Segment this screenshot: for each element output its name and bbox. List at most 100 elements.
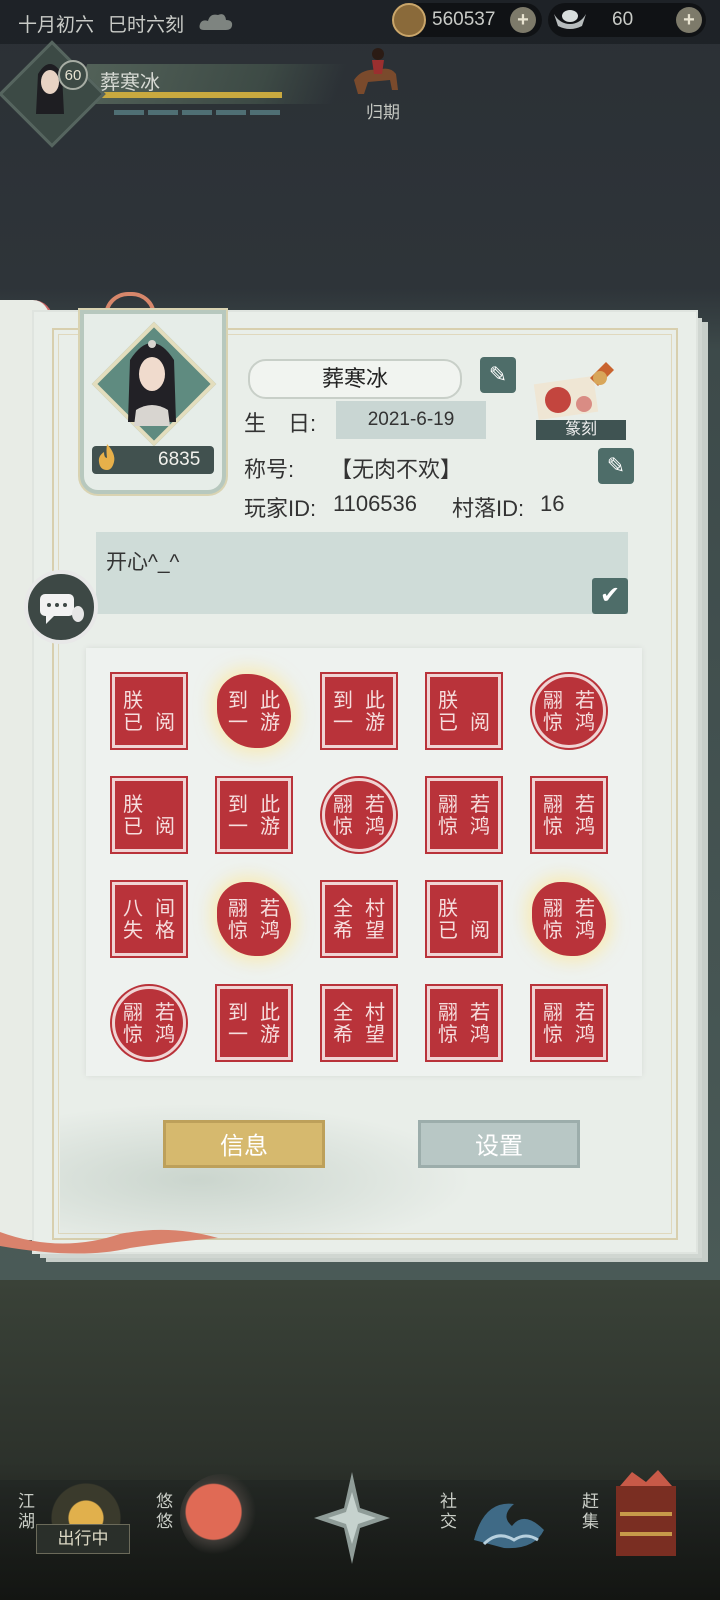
seal-item[interactable]: 朕已阅 (425, 880, 503, 958)
game-date: 十月初六 (18, 15, 95, 36)
seal-character: 鸿 (470, 1022, 490, 1046)
seal-character: 朕 (438, 688, 458, 712)
confirm-signature-button[interactable]: ✔ (592, 578, 628, 614)
seal-character: 间 (155, 896, 175, 920)
speech-bubble-icon (40, 594, 84, 624)
seal-character: 游 (260, 814, 280, 838)
seal-item[interactable]: 到此一游 (320, 672, 398, 750)
seal-item[interactable]: 朕已阅 (110, 776, 188, 854)
birthday-label: 生 日: (244, 411, 317, 436)
seal-character: 鸿 (260, 918, 280, 942)
seal-character: 到 (228, 1000, 248, 1024)
coin-icon (392, 3, 426, 37)
edit-name-button[interactable]: ✎ (480, 357, 516, 393)
seal-item[interactable]: 翮若惊鸿 (217, 882, 291, 956)
seal-item[interactable]: 翮若惊鸿 (110, 984, 188, 1062)
seal-character: 已 (123, 710, 143, 734)
seal-character: 阅 (470, 710, 490, 734)
seal-character: 到 (228, 792, 248, 816)
seal-item[interactable]: 朕已阅 (425, 672, 503, 750)
chat-button[interactable] (24, 570, 98, 644)
seal-character: 翮 (123, 1000, 143, 1024)
seal-item[interactable]: 到此一游 (215, 984, 293, 1062)
seal-character: 全 (333, 896, 353, 920)
travel-status-badge: 出行中 (36, 1524, 130, 1554)
title-value: 【无肉不欢】 (330, 457, 463, 482)
return-date-label[interactable]: 归期 (366, 98, 400, 123)
seal-character: 游 (365, 710, 385, 734)
profile-name: 葬寒冰 (248, 359, 462, 399)
seal-character: 若 (470, 1000, 490, 1024)
seal-item[interactable]: 翮若惊鸿 (425, 984, 503, 1062)
seal-item[interactable]: 翮若惊鸿 (532, 882, 606, 956)
youyou-crane-icon[interactable] (180, 1474, 264, 1558)
seal-character: 鸿 (575, 1022, 595, 1046)
cloud-icon (198, 10, 234, 32)
seal-character: 惊 (438, 814, 458, 838)
seal-item[interactable]: 翮若惊鸿 (320, 776, 398, 854)
seal-character: 翮 (438, 792, 458, 816)
seal-carving-icon[interactable] (528, 358, 624, 421)
social-wave-icon[interactable] (464, 1470, 554, 1560)
nav-social-label[interactable]: 社交 (440, 1492, 462, 1532)
seal-character: 鸿 (155, 1022, 175, 1046)
seal-character: 一 (333, 710, 353, 734)
seal-character: 村 (365, 896, 385, 920)
seal-character: 朕 (123, 688, 143, 712)
market-basket-icon[interactable] (606, 1466, 690, 1562)
seal-character: 翮 (228, 896, 248, 920)
seal-character: 望 (365, 1022, 385, 1046)
seal-character: 失 (123, 918, 143, 942)
seal-character: 若 (575, 792, 595, 816)
seal-item[interactable]: 翮若惊鸿 (530, 672, 608, 750)
ground-scenery (0, 1280, 720, 1480)
seal-item[interactable]: 翮若惊鸿 (530, 984, 608, 1062)
seal-character: 若 (155, 1000, 175, 1024)
info-button[interactable]: 信息 (163, 1120, 325, 1168)
seal-character: 朕 (123, 792, 143, 816)
seal-item[interactable]: 到此一游 (215, 776, 293, 854)
seal-character: 阅 (155, 710, 175, 734)
seal-character: 此 (260, 688, 280, 712)
seal-carving-label[interactable]: 篆刻 (536, 420, 626, 440)
seal-character: 已 (123, 814, 143, 838)
coin-amount: 560537 (432, 9, 496, 30)
add-ingots-button[interactable]: + (676, 7, 702, 33)
village-id-value: 16 (540, 491, 565, 516)
seal-item[interactable]: 全村希望 (320, 880, 398, 958)
nav-market-label[interactable]: 赶集 (582, 1492, 604, 1532)
village-id-label: 村落ID: (452, 496, 525, 521)
seal-character: 翮 (333, 792, 353, 816)
seal-character: 惊 (543, 918, 563, 942)
seal-character: 此 (260, 792, 280, 816)
seal-character: 鸿 (365, 814, 385, 838)
center-star-icon[interactable] (310, 1468, 394, 1568)
signature-text[interactable]: 开心^_^ (106, 546, 179, 576)
seal-item[interactable]: 翮若惊鸿 (530, 776, 608, 854)
edit-title-button[interactable]: ✎ (598, 448, 634, 484)
add-coins-button[interactable]: + (510, 7, 536, 33)
horse-rider-icon[interactable] (348, 40, 404, 100)
seal-character: 鸿 (575, 918, 595, 942)
seal-character: 一 (228, 710, 248, 734)
ribbon-tail (0, 1224, 220, 1264)
seal-character: 阅 (470, 918, 490, 942)
seal-character: 惊 (123, 1022, 143, 1046)
seal-character: 惊 (438, 1022, 458, 1046)
seal-item[interactable]: 到此一游 (217, 674, 291, 748)
seal-character: 惊 (543, 710, 563, 734)
settings-button[interactable]: 设置 (418, 1120, 580, 1168)
seal-character (149, 689, 181, 711)
seal-item[interactable]: 朕已阅 (110, 672, 188, 750)
seal-character: 鸿 (575, 710, 595, 734)
seal-item[interactable]: 八间失格 (110, 880, 188, 958)
seal-character: 一 (228, 1022, 248, 1046)
seal-item[interactable]: 翮若惊鸿 (425, 776, 503, 854)
seal-character: 若 (575, 688, 595, 712)
seal-item[interactable]: 全村希望 (320, 984, 398, 1062)
seal-character: 游 (260, 1022, 280, 1046)
power-value: 6835 (158, 449, 201, 470)
seal-character: 惊 (333, 814, 353, 838)
seal-character: 到 (333, 688, 353, 712)
nav-youyou-label[interactable]: 悠悠 (156, 1492, 178, 1532)
